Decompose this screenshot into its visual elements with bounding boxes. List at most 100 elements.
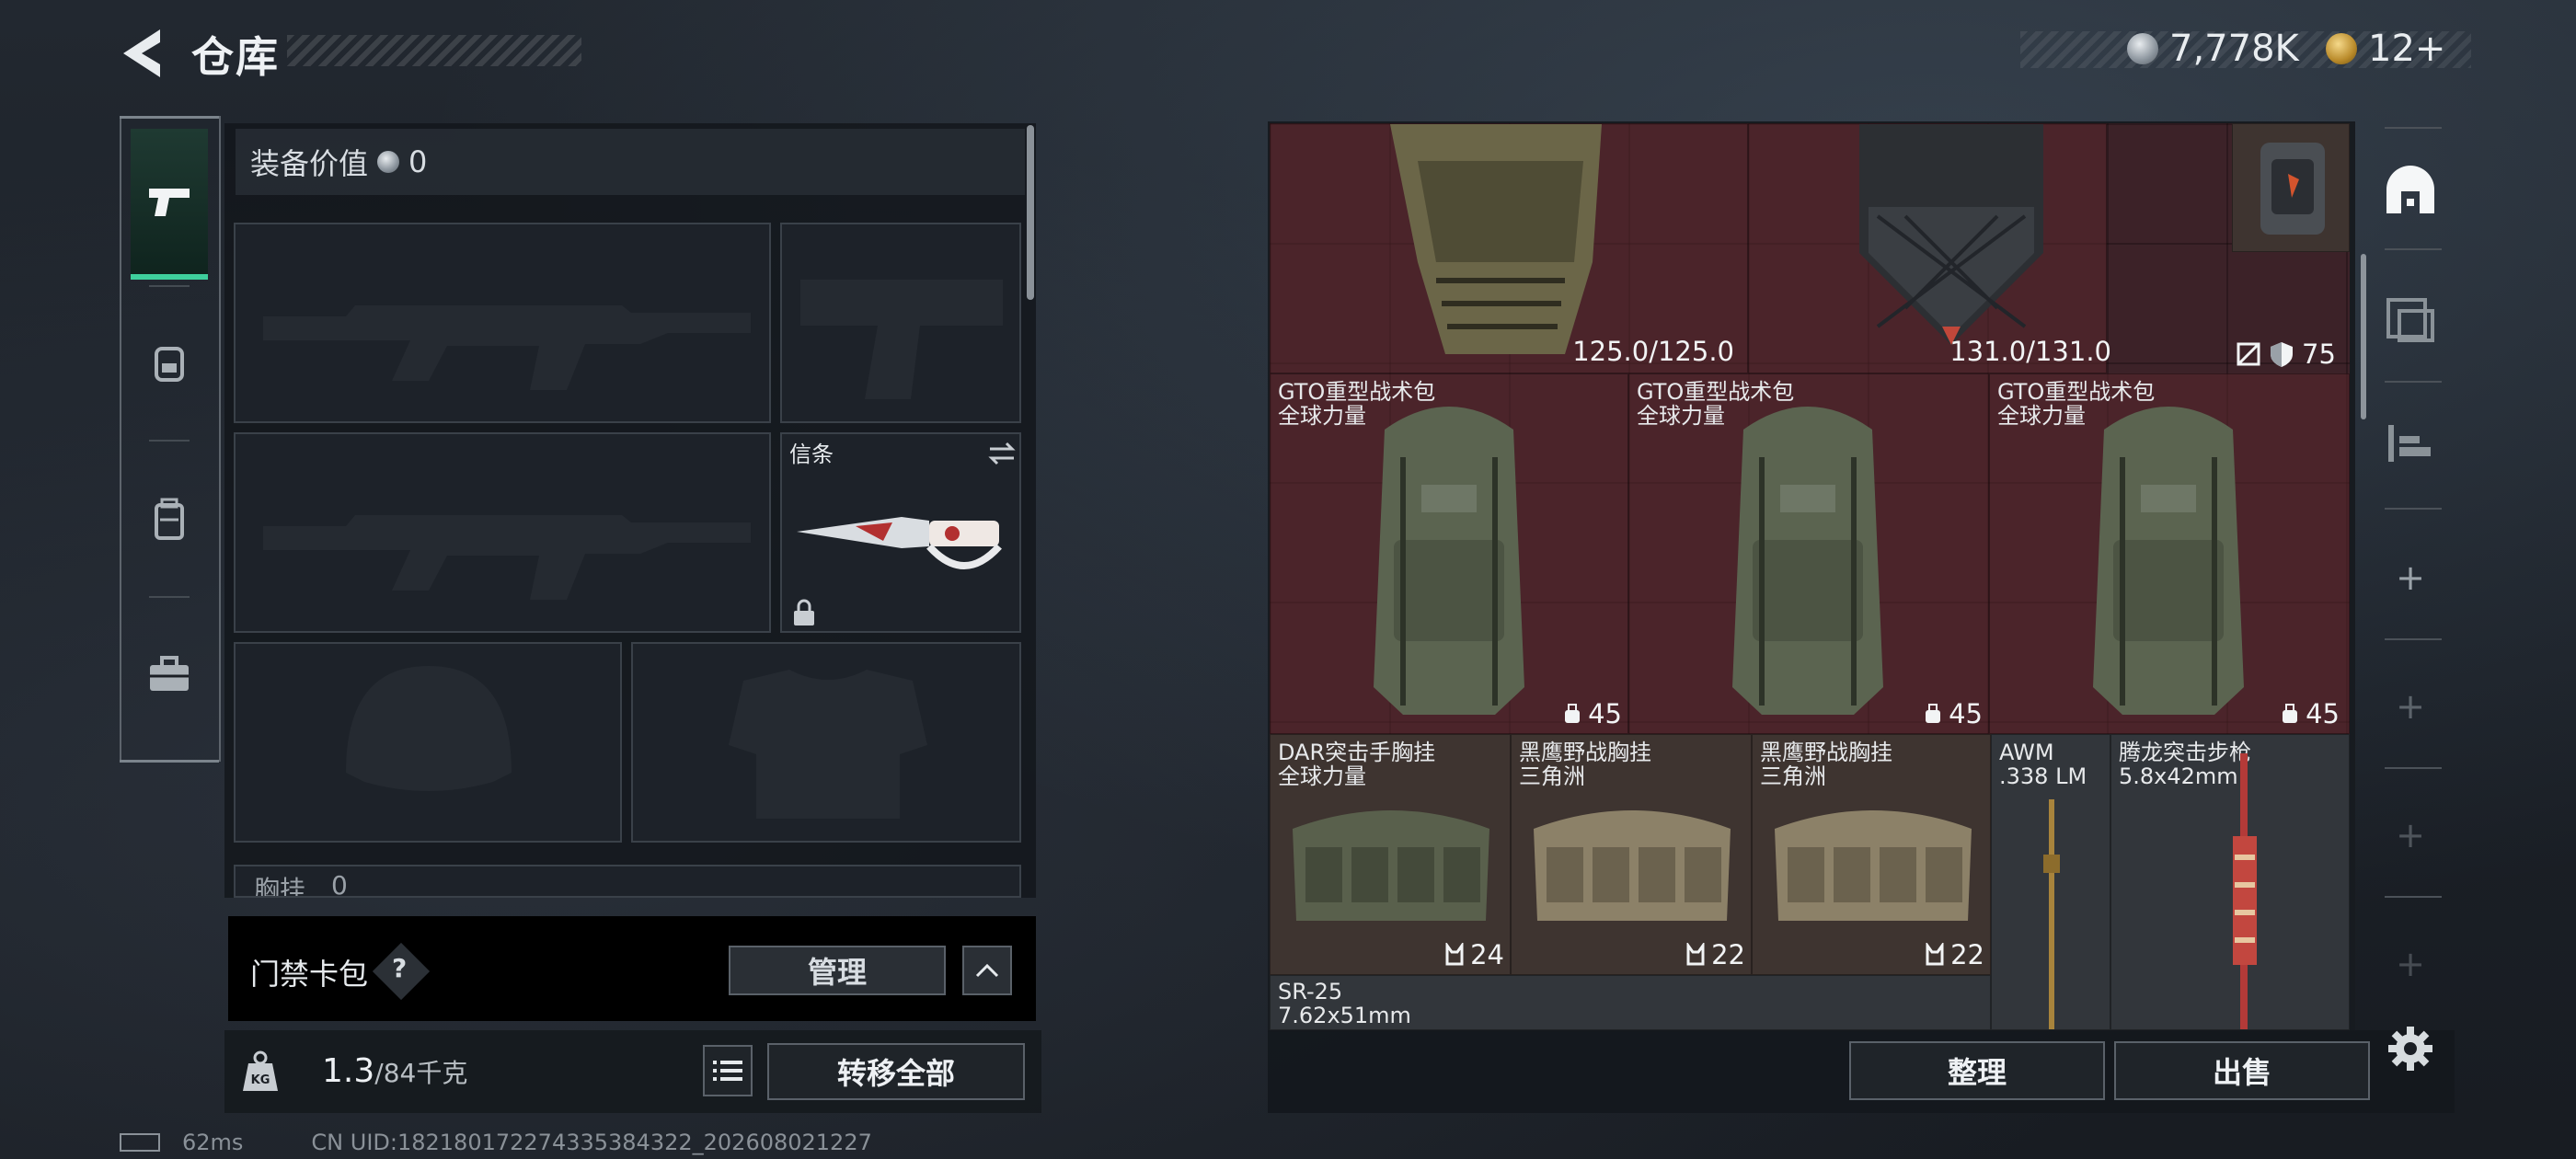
currency-gold[interactable]: 12+ (2326, 28, 2445, 70)
nav-tab-armor[interactable] (131, 291, 208, 436)
lock-icon (794, 599, 814, 625)
backpack-item-2[interactable]: GTO重型战术包 全球力量 45 (1628, 373, 1989, 734)
sell-button[interactable]: 出售 (2114, 1041, 2370, 1100)
category-separator (2385, 127, 2442, 129)
add-stash-button[interactable]: + (2375, 543, 2445, 613)
backpack-badge-icon (155, 347, 184, 382)
rig-capacity-value: 22 (1711, 939, 1745, 970)
sort-button[interactable]: 整理 (1849, 1041, 2105, 1100)
weight-kg-icon: KG (241, 1050, 280, 1093)
helmet-placeholder-icon (346, 666, 512, 791)
secondary-weapon-slot[interactable] (234, 432, 771, 633)
category-separator (2385, 381, 2442, 383)
rig-faction: 全球力量 (1278, 763, 1366, 789)
swap-icon[interactable] (986, 440, 1018, 467)
weight-current: 1.3 (322, 1052, 375, 1090)
weapon-item-awm[interactable]: AWM .338 LM (1991, 734, 2110, 1030)
nav-separator (149, 440, 190, 442)
rig-name: DAR突击手胸挂 (1278, 740, 1436, 765)
backpack-faction: 全球力量 (1278, 403, 1366, 429)
chest-rig-item-1[interactable]: DAR突击手胸挂 全球力量 24 (1270, 734, 1511, 975)
manage-button[interactable]: 管理 (729, 946, 946, 995)
nav-tab-toolbox[interactable] (131, 602, 208, 747)
capacity-icon (1565, 704, 1581, 723)
equipment-value: 0 (408, 144, 428, 179)
list-view-button[interactable] (703, 1045, 753, 1096)
currency-silver: 7,778K (2127, 28, 2299, 70)
rig-capacity-icon (1926, 943, 1944, 966)
keycard-help-icon: ? (392, 953, 408, 983)
weapon-item-tenglong[interactable]: 腾龙突击步枪 5.8x42mm (2110, 734, 2350, 1030)
chest-rig-label: 胸挂 (254, 875, 306, 898)
loadout-scrollbar[interactable] (1027, 125, 1034, 300)
armor-plate-item[interactable] (2232, 123, 2350, 252)
chest-rig-image (1293, 810, 1489, 921)
settings-button[interactable] (2375, 1014, 2445, 1084)
chevron-up-icon (975, 963, 999, 978)
add-stash-button-disabled[interactable]: + (2375, 929, 2445, 999)
rig-capacity: 22 (1925, 939, 1984, 970)
add-stash-button-disabled[interactable]: + (2375, 800, 2445, 870)
vest-stats: 75 (2236, 339, 2336, 370)
battery-icon (120, 1133, 160, 1152)
plus-icon: + (2396, 815, 2425, 855)
weight-readout: 1.3/84千克 (322, 1052, 467, 1090)
pistol-slot[interactable] (780, 223, 1021, 423)
rig-capacity-icon (1686, 943, 1705, 966)
nav-tab-backpack[interactable] (131, 447, 208, 592)
capacity-icon (2283, 704, 2298, 723)
rig-capacity: 22 (1685, 939, 1745, 970)
backpack-item-3[interactable]: GTO重型战术包 全球力量 45 (1989, 373, 2350, 734)
chest-rig-item-3[interactable]: 黑鹰野战胸挂 三角洲 22 (1752, 734, 1991, 975)
backpack-capacity-value: 45 (1949, 698, 1983, 729)
side-nav-bottom-line (120, 760, 219, 763)
category-all-stash[interactable] (2375, 155, 2445, 224)
side-nav-top-line (120, 116, 219, 119)
pistol-icon (149, 189, 190, 216)
backpack-capacity: 45 (1562, 698, 1622, 729)
toolbox-icon (150, 656, 189, 691)
primary-weapon-slot[interactable] (234, 223, 771, 423)
rig-name: 黑鹰野战胸挂 (1760, 740, 1892, 765)
nav-separator (149, 285, 190, 287)
collapse-button[interactable] (962, 946, 1012, 995)
nav-tab-weapons[interactable] (131, 129, 208, 280)
back-button[interactable] (120, 28, 164, 79)
assault-rifle-image (2233, 753, 2257, 1029)
capacity-icon (1926, 704, 1941, 723)
keycard-label: 门禁卡包 (250, 957, 369, 992)
backpack-capacity-value: 45 (2306, 698, 2340, 729)
body-armor-slot[interactable] (631, 642, 1021, 843)
user-uid: CN UID:1821801722743353843​22_2026080212… (311, 1130, 872, 1155)
vest-item[interactable]: 131.0/131.0 (1748, 123, 2111, 373)
shield-icon (2271, 342, 2293, 367)
melee-slot[interactable]: 信条 (780, 432, 1021, 633)
helmet-slot[interactable] (234, 642, 622, 843)
weapon-item-sr25[interactable]: SR-25 7.62x51mm (1270, 975, 1991, 1030)
back-arrow-icon (123, 29, 160, 77)
silver-coin-icon (377, 151, 400, 173)
armor-item[interactable]: 125.0/125.0 (1270, 123, 1748, 373)
weapon-rack-icon (2388, 425, 2431, 462)
svg-text:KG: KG (251, 1073, 270, 1087)
chest-rig-slot-header: 胸挂 0 (234, 865, 1021, 898)
category-stash-2[interactable] (2375, 285, 2445, 355)
rig-faction: 三角洲 (1760, 763, 1826, 789)
category-stash-3[interactable] (2375, 410, 2445, 480)
weapon-name: SR-25 (1278, 979, 1343, 1004)
backpack-capacity: 45 (1923, 698, 1983, 729)
add-stash-button-disabled[interactable]: + (2375, 671, 2445, 741)
nav-separator (149, 596, 190, 598)
equipment-value-label: 装备价值 (250, 146, 369, 181)
rifle-placeholder-icon (263, 305, 751, 390)
backpack-item-1[interactable]: GTO重型战术包 全球力量 45 (1270, 373, 1628, 734)
chest-rig-item-2[interactable]: 黑鹰野战胸挂 三角洲 22 (1511, 734, 1752, 975)
gold-coin-icon (2326, 33, 2357, 64)
category-separator (2385, 896, 2442, 898)
title-stripe-decoration (287, 35, 581, 66)
category-separator (2385, 248, 2442, 250)
weapon-caliber: 5.8x42mm (2119, 763, 2238, 789)
status-bar: 62ms CN UID:1821801722743353843​22_20260… (120, 1130, 872, 1155)
transfer-all-button[interactable]: 转移全部 (767, 1043, 1025, 1100)
rig-capacity-value: 22 (1950, 939, 1984, 970)
